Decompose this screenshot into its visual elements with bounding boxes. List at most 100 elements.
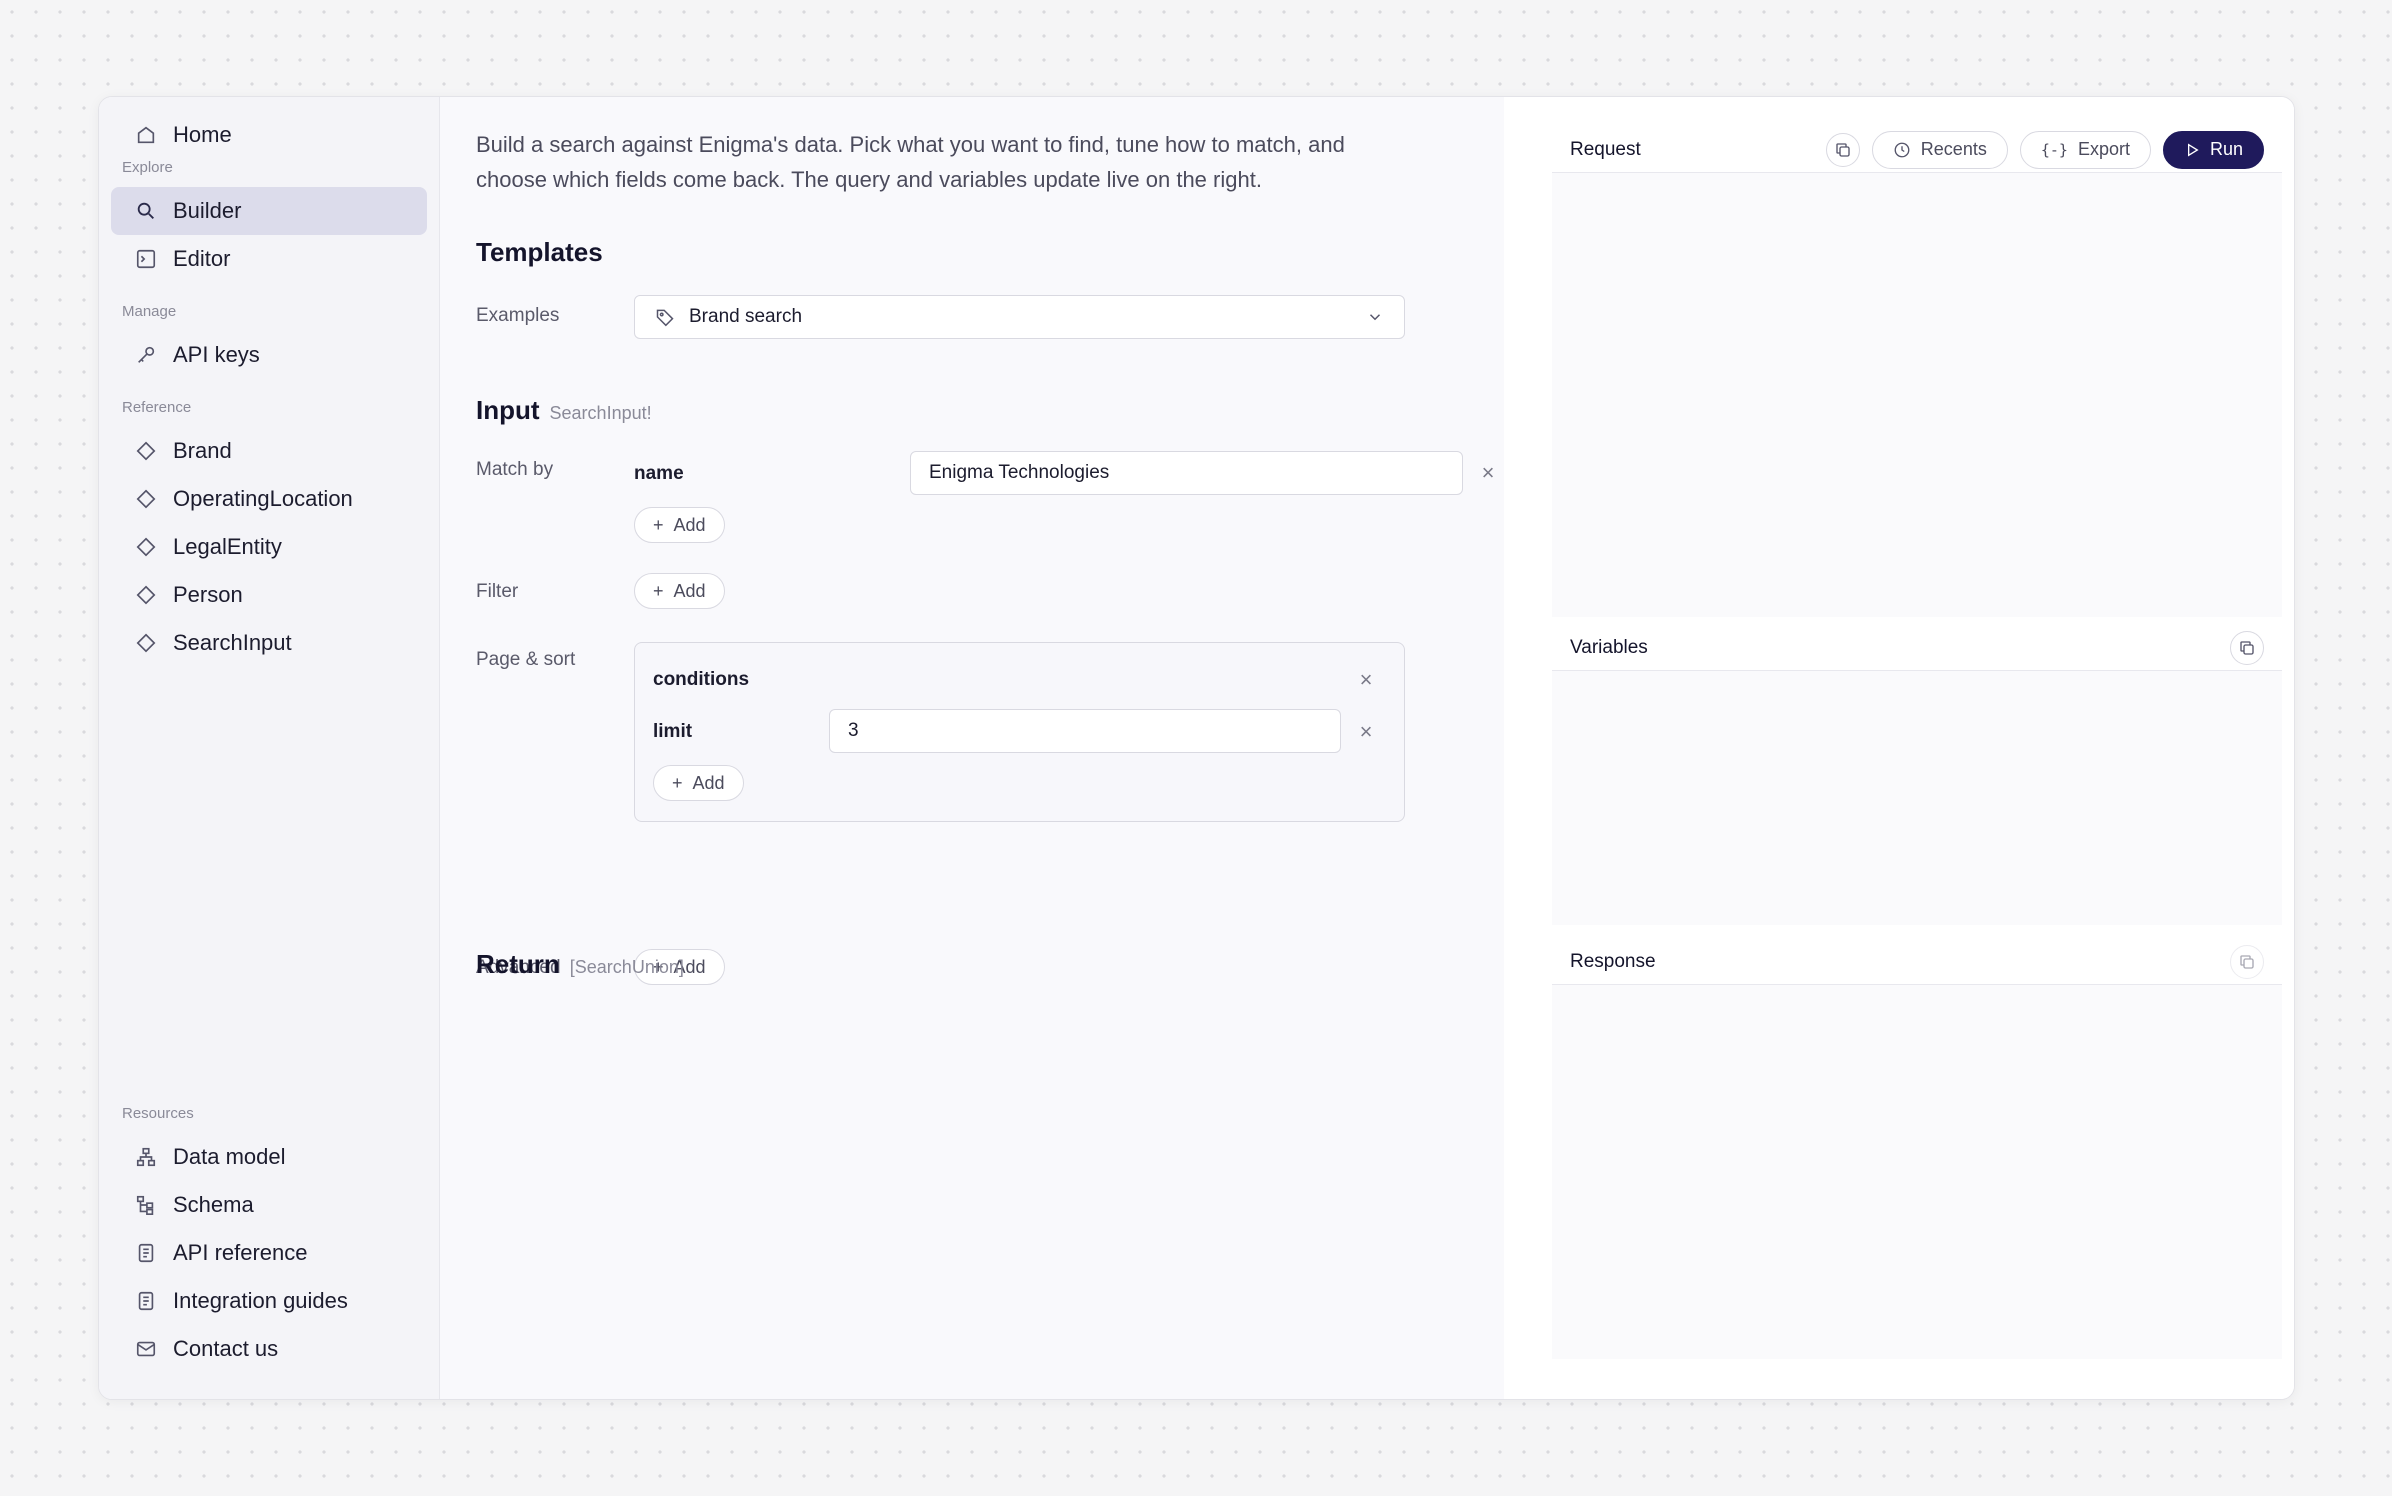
sidebar-section-resources: Resources [122,1105,194,1122]
filter-label: Filter [476,581,519,602]
diamond-icon [136,441,156,461]
templates-title: Templates [476,237,603,267]
plus-icon: + [653,580,664,601]
sidebar: Home Explore Builder Editor Manage API k… [99,97,440,1399]
add-label: Add [673,514,706,535]
sidebar-item-label: Contact us [173,1336,279,1361]
copy-response-button[interactable] [2230,944,2264,979]
examples-label: Examples [476,305,560,326]
sidebar-item-api-keys[interactable]: API keys [111,331,427,379]
key-icon [138,346,155,363]
diamond-icon [136,633,156,653]
sidebar-item-api-reference[interactable]: API reference [111,1229,427,1277]
run-button[interactable]: Run [2162,130,2264,169]
clock-icon [1894,142,1910,157]
braces-icon: {-} [2040,140,2068,159]
sidebar-item-label: Integration guides [173,1288,348,1313]
copy-icon [2240,954,2254,969]
search-icon [137,202,154,219]
add-condition-button[interactable]: + Add [653,765,744,801]
response-title: Response [1570,950,1656,972]
sidebar-section-manage: Manage [122,303,177,320]
sidebar-section-reference: Reference [122,399,192,416]
input-title: Input SearchInput! [476,395,652,426]
sidebar-item-legalentity[interactable]: LegalEntity [111,523,427,571]
input-title-text: Input [476,395,540,425]
sidebar-item-brand[interactable]: Brand [111,427,427,475]
terminal-icon [136,249,156,269]
export-button[interactable]: {-} Export [2019,130,2151,169]
limit-input[interactable]: 3 [829,709,1341,753]
query-panel: Request Recents {-} Export Run Variables… [1504,97,2294,1399]
remove-limit-button[interactable]: × [1355,719,1377,744]
recents-label: Recents [1920,139,1987,159]
plus-icon: + [653,514,664,535]
chevron-down-icon [1369,314,1381,321]
remove-conditions-button[interactable]: × [1355,667,1377,692]
sidebar-section-explore: Explore [122,159,173,176]
add-filter-button[interactable]: + Add [634,573,725,609]
sidebar-item-label: LegalEntity [173,534,282,559]
run-label: Run [2209,139,2243,159]
sidebar-item-label: API keys [173,342,260,367]
sidebar-item-label: Home [173,122,232,147]
request-header: Request Recents {-} Export Run [1552,127,2282,173]
return-type: [SearchUnion] [569,957,684,977]
tag-icon [656,309,674,327]
hierarchy-icon [136,1147,156,1167]
intro-text: Build a search against Enigma's data. Pi… [476,132,1345,192]
sidebar-item-label: OperatingLocation [173,486,353,511]
sidebar-item-integration-guides[interactable]: Integration guides [111,1277,427,1325]
diamond-icon [136,489,156,509]
sidebar-item-label: Schema [173,1192,254,1217]
match-value-input[interactable]: Enigma Technologies [910,451,1463,495]
examples-select[interactable]: Brand search [634,295,1405,339]
match-field-name: name [634,463,684,484]
plus-icon: + [672,772,683,793]
copy-icon [2240,640,2254,655]
sidebar-item-home[interactable]: Home [111,111,427,159]
sidebar-item-label: Editor [173,246,231,271]
page-sort-label: Page & sort [476,649,576,670]
request-title: Request [1570,138,1641,160]
home-icon [137,126,155,144]
recents-button[interactable]: Recents [1871,130,2008,169]
return-title-text: Return [476,949,560,979]
sidebar-item-data-model[interactable]: Data model [111,1133,427,1181]
document-icon [138,1243,154,1263]
sidebar-item-label: Data model [173,1144,286,1169]
limit-label: limit [653,721,693,742]
add-label: Add [692,772,725,793]
conditions-label: conditions [653,669,750,690]
sidebar-item-builder[interactable]: Builder [111,187,427,235]
document-icon [138,1291,154,1311]
diamond-icon [136,537,156,557]
variables-header: Variables [1552,625,2282,671]
sidebar-item-operatinglocation[interactable]: OperatingLocation [111,475,427,523]
sidebar-item-schema[interactable]: Schema [111,1181,427,1229]
copy-variables-button[interactable] [2230,630,2264,665]
sidebar-item-label: Brand [173,438,232,463]
add-match-button[interactable]: + Add [634,507,725,543]
examples-value: Brand search [689,306,803,327]
sidebar-item-searchinput[interactable]: SearchInput [111,619,427,667]
request-code-editor[interactable] [1552,181,2282,601]
sidebar-item-contact-us[interactable]: Contact us [111,1325,427,1373]
app-window: Home Explore Builder Editor Manage API k… [98,96,2295,1400]
sidebar-item-label: Builder [173,198,242,223]
sidebar-item-person[interactable]: Person [111,571,427,619]
request-box: Request Recents {-} Export Run [1552,127,2282,617]
copy-icon [1836,142,1850,157]
copy-request-button[interactable] [1825,132,1860,167]
sidebar-item-label: Person [173,582,243,607]
response-box: Response [1552,939,2282,1359]
variables-box: Variables [1552,625,2282,925]
sidebar-item-editor[interactable]: Editor [111,235,427,283]
variables-title: Variables [1570,636,1648,658]
remove-match-button[interactable]: × [1477,460,1499,485]
response-header: Response [1552,939,2282,985]
sidebar-item-label: SearchInput [173,630,292,655]
return-title: Return [SearchUnion] [476,949,684,980]
builder-panel: Build a search against Enigma's data. Pi… [440,97,1504,1399]
diamond-icon [136,585,156,605]
